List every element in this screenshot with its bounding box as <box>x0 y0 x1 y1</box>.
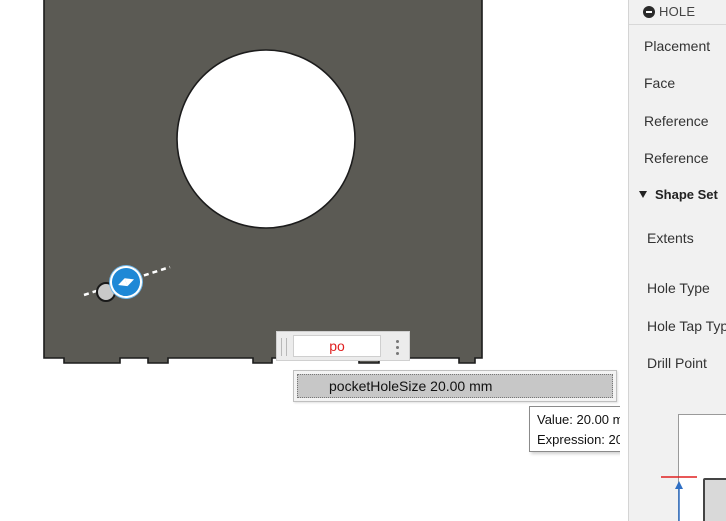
hole-preview-block <box>703 478 726 521</box>
hole-dialog-panel: HOLE Placement Face Reference Reference … <box>628 0 726 521</box>
hole-preview-dimension <box>661 476 697 521</box>
drag-grip-icon[interactable] <box>281 338 287 356</box>
hole-circle[interactable] <box>176 49 356 229</box>
more-options-icon[interactable] <box>391 336 403 358</box>
expression-input[interactable] <box>293 335 381 357</box>
autocomplete-item[interactable]: pocketHoleSize 20.00 mm <box>297 374 613 398</box>
expression-input-bar <box>276 331 410 361</box>
autocomplete-list: pocketHoleSize 20.00 mm <box>293 370 617 402</box>
panel-gap <box>620 0 628 521</box>
